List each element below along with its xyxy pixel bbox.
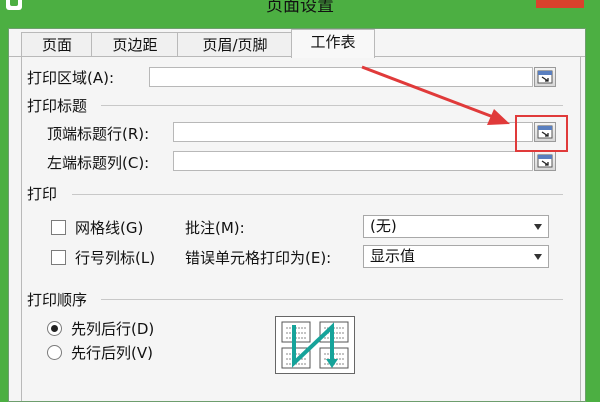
tab-sheet[interactable]: 工作表 (291, 29, 375, 58)
annotation-arrow (361, 65, 510, 125)
